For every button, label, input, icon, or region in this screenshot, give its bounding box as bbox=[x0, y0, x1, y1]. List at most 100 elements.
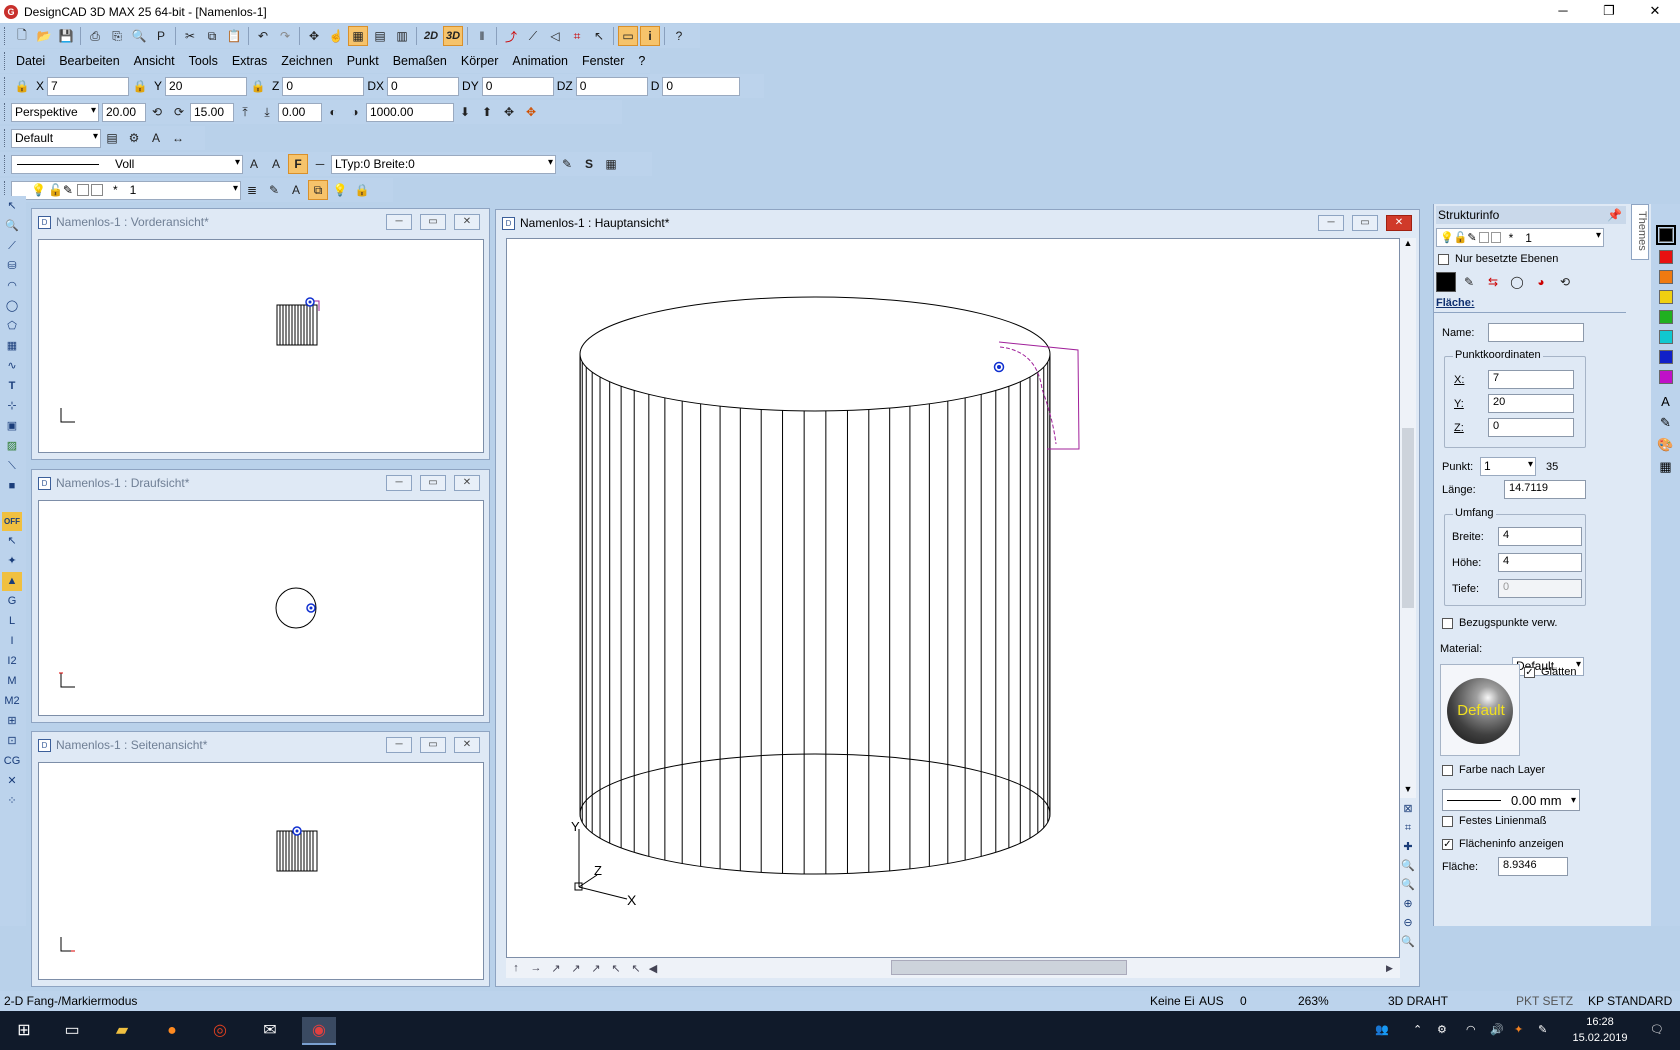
color-black-icon[interactable] bbox=[1436, 272, 1456, 292]
menu-help[interactable]: ? bbox=[631, 54, 652, 68]
scroll-left-icon[interactable]: ◀ bbox=[646, 962, 660, 975]
color-swatch-yellow[interactable] bbox=[1658, 290, 1673, 304]
zoom-all-icon[interactable]: 🔍 bbox=[1400, 857, 1416, 876]
pen-color-icon[interactable]: ✎ bbox=[1651, 415, 1680, 431]
snap-cg-icon[interactable]: CG bbox=[2, 752, 22, 771]
panel-z-input[interactable]: 0 bbox=[1488, 418, 1574, 437]
front-view-canvas[interactable] bbox=[38, 239, 484, 453]
menu-extras[interactable]: Extras bbox=[225, 54, 274, 68]
side-minimize-button[interactable]: ─ bbox=[386, 737, 412, 753]
menu-punkt[interactable]: Punkt bbox=[340, 54, 386, 68]
name-input[interactable] bbox=[1488, 323, 1584, 342]
side-maximize-button[interactable]: ▭ bbox=[420, 737, 446, 753]
mail-icon[interactable]: ✉ bbox=[256, 1017, 284, 1045]
color-fill-icon[interactable]: ■ bbox=[2, 477, 22, 496]
lock-x-icon[interactable]: 🔒 bbox=[12, 76, 32, 96]
snap-triangle-icon[interactable]: ▲ bbox=[2, 572, 22, 591]
mode-2d-button[interactable]: 2D bbox=[421, 26, 441, 46]
array-tool-icon[interactable]: ▦ bbox=[2, 337, 22, 356]
vertical-scrollbar[interactable]: ▲ ▼ bbox=[1400, 238, 1416, 798]
move-down-icon[interactable]: ⬇ bbox=[455, 102, 475, 122]
main-view-canvas[interactable]: X Z Y bbox=[506, 238, 1400, 958]
scroll-right-icon[interactable]: ▶ bbox=[1386, 963, 1393, 974]
rotate-right-icon[interactable]: ⟳ bbox=[169, 102, 189, 122]
snap-pointer-icon[interactable]: ↖ bbox=[2, 532, 22, 551]
horizontal-scrollbar[interactable]: ↑ → ↗ ↗ ↗ ↖ ↖ ◀ ▶ bbox=[506, 958, 1400, 978]
snap-g-icon[interactable]: G bbox=[2, 592, 22, 611]
text-style-icon[interactable]: A bbox=[146, 128, 166, 148]
y-coord-field[interactable]: 20 bbox=[165, 76, 248, 96]
copy-icon[interactable]: ⧉ bbox=[202, 26, 222, 46]
side-view-canvas[interactable] bbox=[38, 762, 484, 980]
panel-layer-select[interactable]: 💡 🔓 ✎ * 1 bbox=[1436, 228, 1604, 247]
font-a-small-icon[interactable]: A bbox=[266, 154, 286, 174]
main-close-button[interactable]: ✕ bbox=[1386, 215, 1412, 231]
line-tool-icon[interactable]: ⟋ bbox=[2, 237, 22, 256]
palette-settings-icon[interactable]: ▦ bbox=[1651, 459, 1680, 475]
front-minimize-button[interactable]: ─ bbox=[386, 214, 412, 230]
dir-nw-icon[interactable]: ↖ bbox=[606, 962, 626, 975]
menu-fenster[interactable]: Fenster bbox=[575, 54, 631, 68]
dz-field[interactable]: 0 bbox=[575, 76, 648, 96]
new-file-icon[interactable]: 🗋 bbox=[12, 26, 32, 46]
line-type-icon[interactable]: ⇆ bbox=[1483, 272, 1503, 292]
material-type-icon[interactable]: ◕ bbox=[1531, 272, 1551, 292]
restore-button[interactable]: ❐ bbox=[1586, 0, 1632, 23]
view-value-1[interactable]: 20.00 bbox=[102, 102, 146, 122]
view-cascade-icon[interactable]: ▥ bbox=[392, 26, 412, 46]
people-icon[interactable]: 👥 bbox=[1375, 1023, 1389, 1036]
top-minimize-button[interactable]: ─ bbox=[386, 475, 412, 491]
dir-ne2-icon[interactable]: ↗ bbox=[566, 962, 586, 975]
flaecheninfo-checkbox[interactable]: ✓ Flächeninfo anzeigen bbox=[1442, 838, 1564, 850]
snap-i2-icon[interactable]: I2 bbox=[2, 652, 22, 671]
dir-nw2-icon[interactable]: ↖ bbox=[626, 962, 646, 975]
dir-ne-icon[interactable]: ↗ bbox=[546, 962, 566, 975]
close-button[interactable]: ✕ bbox=[1632, 0, 1678, 23]
redo-icon[interactable]: ↷ bbox=[275, 26, 295, 46]
menu-ansicht[interactable]: Ansicht bbox=[127, 54, 182, 68]
print-setup-icon[interactable]: ⎘ bbox=[107, 26, 127, 46]
z-coord-field[interactable]: 0 bbox=[282, 76, 365, 96]
polygon-tool-icon[interactable]: ⬠ bbox=[2, 317, 22, 336]
dimension-style-icon[interactable]: ↔ bbox=[168, 128, 188, 148]
move-up-icon[interactable]: ⬆ bbox=[477, 102, 497, 122]
menu-datei[interactable]: Datei bbox=[9, 54, 52, 68]
text-tool-icon[interactable]: T bbox=[2, 377, 22, 396]
grid-snap-icon[interactable]: ⌗ bbox=[567, 26, 587, 46]
center-icon[interactable]: ✥ bbox=[521, 102, 541, 122]
snap-l-icon[interactable]: L bbox=[2, 612, 22, 631]
mode-3d-button[interactable]: 3D bbox=[443, 26, 463, 46]
color-swatch-red[interactable] bbox=[1658, 250, 1673, 264]
panel-x-input[interactable]: 7 bbox=[1488, 370, 1574, 389]
top-close-button[interactable]: ✕ bbox=[454, 475, 480, 491]
print-preview-icon[interactable]: 🔍 bbox=[129, 26, 149, 46]
tray-orange-icon[interactable]: ✦ bbox=[1514, 1023, 1523, 1036]
notifications-icon[interactable]: 🗨 bbox=[1650, 1023, 1664, 1036]
zoom-in-icon[interactable]: ⊕ bbox=[1400, 895, 1416, 914]
themes-tab[interactable]: Themes bbox=[1631, 204, 1649, 260]
layer-bulb-icon[interactable]: 💡 bbox=[330, 180, 350, 200]
zoom-window-icon[interactable]: ⊠ bbox=[1400, 800, 1416, 819]
parallel-icon[interactable]: ‖ bbox=[472, 26, 492, 46]
tilt-down-icon[interactable]: ⤓ bbox=[257, 102, 277, 122]
pan-icon[interactable]: ✥ bbox=[499, 102, 519, 122]
save-icon[interactable]: 💾 bbox=[56, 26, 76, 46]
lock-z-icon[interactable]: 🔒 bbox=[248, 76, 268, 96]
tilt-up-icon[interactable]: ⤒ bbox=[235, 102, 255, 122]
dy-field[interactable]: 0 bbox=[481, 76, 554, 96]
snap-m-icon[interactable]: M bbox=[2, 672, 22, 691]
top-view-canvas[interactable] bbox=[38, 500, 484, 716]
font-a-icon[interactable]: A bbox=[244, 154, 264, 174]
pen-tray-icon[interactable]: ✎ bbox=[1538, 1023, 1547, 1036]
line-style-select[interactable]: Voll bbox=[11, 154, 243, 174]
color-swatch-green[interactable] bbox=[1658, 310, 1673, 324]
snap-box-icon[interactable]: ⊡ bbox=[2, 732, 22, 751]
fill-f-button[interactable]: F bbox=[288, 154, 308, 174]
view-value-2[interactable]: 15.00 bbox=[190, 102, 234, 122]
circle-type-icon[interactable]: ◯ bbox=[1507, 272, 1527, 292]
shape-icon[interactable]: ◁ bbox=[545, 26, 565, 46]
cut-icon[interactable]: ✂ bbox=[180, 26, 200, 46]
layer-select[interactable]: 💡 🔓 ✎ * 1 bbox=[11, 180, 241, 200]
festes-checkbox[interactable]: Festes Linienmaß bbox=[1442, 815, 1546, 827]
flaeche-input[interactable]: 8.9346 bbox=[1498, 857, 1568, 876]
